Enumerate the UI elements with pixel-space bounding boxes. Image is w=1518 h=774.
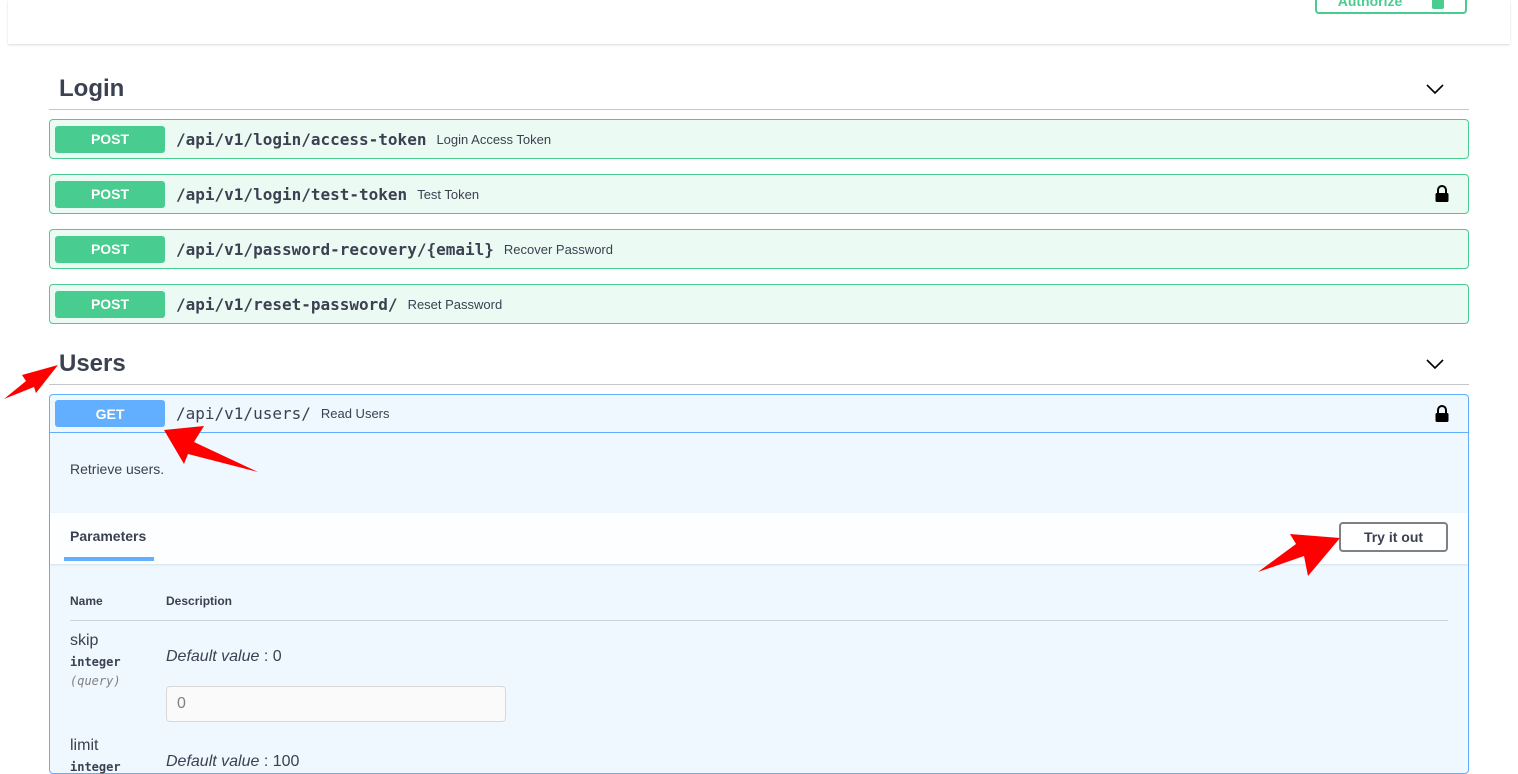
column-header-name: Name [70, 594, 103, 608]
try-it-out-button[interactable]: Try it out [1339, 522, 1448, 552]
param-type: integer [70, 760, 121, 774]
param-name: skip [70, 632, 99, 649]
method-badge: POST [55, 125, 165, 153]
endpoint-summary: Recover Password [503, 241, 613, 257]
default-label: Default value [166, 753, 260, 770]
authorize-label: Authorize [1337, 0, 1403, 9]
divider [70, 620, 1448, 621]
method-badge: POST [55, 290, 165, 318]
param-type: integer [70, 655, 121, 669]
endpoint-summary: Reset Password [407, 296, 503, 312]
endpoint-summary: Test Token [417, 186, 480, 202]
section-header-login[interactable]: Login [49, 68, 1469, 110]
opblock-reset-password[interactable]: POST /api/v1/reset-password/ Reset Passw… [49, 284, 1469, 324]
endpoint-path: /api/v1/login/test-token [176, 184, 408, 204]
endpoint-summary: Login Access Token [436, 131, 552, 147]
opblock-login-access-token[interactable]: POST /api/v1/login/access-token Login Ac… [49, 119, 1469, 159]
default-value: : 100 [263, 753, 300, 770]
endpoint-summary: Read Users [320, 406, 390, 421]
skip-input[interactable]: 0 [166, 686, 506, 722]
annotation-arrow-icon [164, 426, 258, 472]
authorize-button[interactable]: Authorize [1315, 0, 1467, 14]
endpoint-path: /api/v1/login/access-token [176, 129, 427, 149]
method-badge: POST [55, 180, 165, 208]
endpoint-path: /api/v1/password-recovery/{email} [176, 239, 494, 259]
section-header-users[interactable]: Users [49, 343, 1469, 385]
annotation-arrow-icon [1258, 534, 1340, 576]
lock-icon[interactable] [1434, 185, 1450, 203]
chevron-down-icon[interactable] [1425, 79, 1445, 99]
param-default: Default value : 0 [166, 648, 282, 666]
tab-parameters[interactable]: Parameters [70, 528, 146, 544]
lock-icon[interactable] [1434, 405, 1450, 423]
param-name: limit [70, 737, 99, 754]
annotation-arrow-icon [4, 365, 58, 399]
section-title-login: Login [59, 74, 125, 102]
method-badge: GET [55, 400, 165, 427]
tab-underline [64, 557, 154, 561]
method-badge: POST [55, 235, 165, 263]
column-header-description: Description [166, 594, 233, 608]
opblock-password-recovery[interactable]: POST /api/v1/password-recovery/{email} R… [49, 229, 1469, 269]
chevron-down-icon[interactable] [1425, 354, 1445, 374]
default-value: : 0 [263, 648, 282, 665]
endpoint-path: /api/v1/reset-password/ [176, 294, 398, 314]
default-label: Default value [166, 648, 260, 665]
unlock-icon [1432, 0, 1445, 9]
param-default: Default value : 100 [166, 753, 299, 771]
top-bar: Authorize [8, 0, 1510, 44]
param-location: (query) [70, 674, 121, 688]
opblock-login-test-token[interactable]: POST /api/v1/login/test-token Test Token [49, 174, 1469, 214]
